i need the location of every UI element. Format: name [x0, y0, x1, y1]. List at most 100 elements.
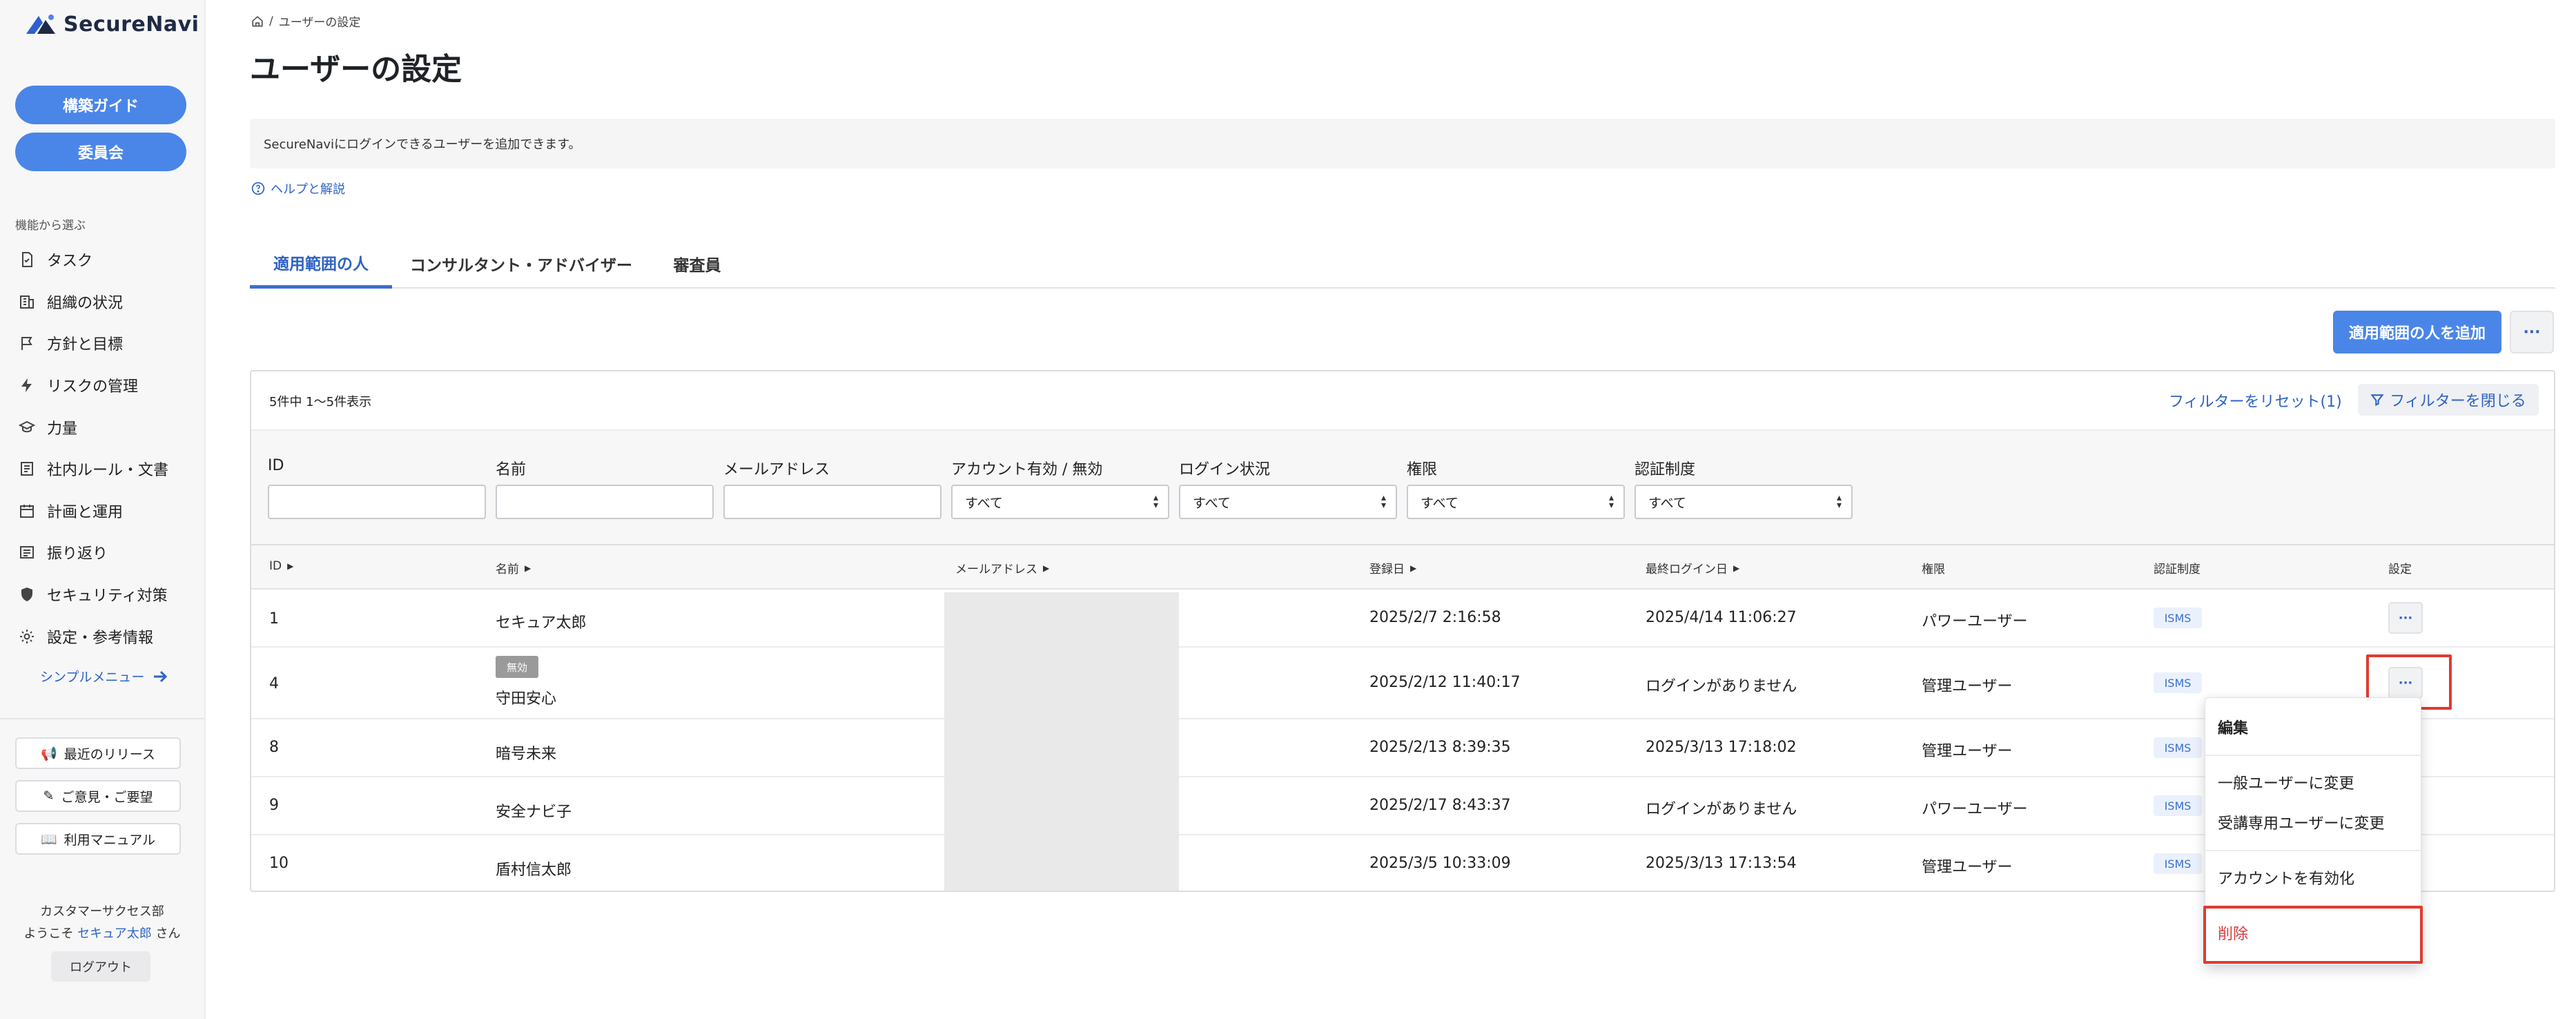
- sidebar-item-planning[interactable]: 計画と運用: [18, 490, 191, 532]
- filter-account-status: アカウント有効 / 無効 すべて ▴ ▾: [951, 457, 1169, 519]
- menu-item-edit[interactable]: 編集: [2218, 716, 2248, 738]
- add-scope-person-button[interactable]: 適用範囲の人を追加: [2333, 311, 2501, 353]
- sidebar-item-security[interactable]: セキュリティ対策: [18, 574, 191, 616]
- filter-certification-select[interactable]: すべて ▴ ▾: [1635, 485, 1853, 519]
- app-logo[interactable]: SecureNavi: [25, 12, 199, 37]
- logo-icon: [26, 14, 55, 34]
- column-header-name[interactable]: 名前 ▶: [496, 559, 531, 576]
- sidebar-item-risk[interactable]: リスクの管理: [18, 365, 191, 407]
- sidebar-item-competence[interactable]: 力量: [18, 406, 191, 448]
- table-row: 1 セキュア太郎 2025/2/7 2:16:58 2025/4/14 11:0…: [251, 590, 2554, 648]
- column-header-last-login[interactable]: 最終ログイン日 ▶: [1646, 559, 1739, 576]
- logout-button[interactable]: ログアウト: [51, 951, 150, 982]
- menu-item-to-trainee-user[interactable]: 受講専用ユーザーに変更: [2218, 811, 2385, 833]
- sidebar-item-label: タスク: [47, 253, 93, 271]
- current-user-link[interactable]: セキュア太郎: [77, 926, 152, 941]
- sort-caret-icon: ▶: [1043, 563, 1050, 573]
- cell-id: 4: [269, 675, 279, 692]
- sidebar-divider: [0, 718, 204, 719]
- book-icon: 📖: [40, 831, 57, 847]
- select-arrows-icon: ▴ ▾: [1153, 492, 1158, 511]
- building-icon: [18, 293, 36, 311]
- reset-filters-link[interactable]: フィルターをリセット(1): [2169, 389, 2342, 411]
- close-filters-label: フィルターを閉じる: [2390, 393, 2526, 410]
- filter-name: 名前: [496, 457, 714, 519]
- committee-button[interactable]: 委員会: [15, 133, 186, 171]
- cell-name[interactable]: セキュア太郎: [496, 610, 587, 632]
- sidebar-item-organization[interactable]: 組織の状況: [18, 281, 191, 323]
- sort-caret-icon: ▶: [525, 563, 531, 573]
- calendar-icon: [18, 502, 36, 520]
- sidebar-item-label: 振り返り: [47, 545, 108, 563]
- filter-id: ID: [268, 457, 486, 519]
- simple-menu-link[interactable]: シンプルメニュー: [40, 667, 168, 686]
- simple-menu-label: シンプルメニュー: [40, 670, 145, 685]
- feedback-label: ご意見・ご要望: [61, 789, 153, 805]
- breadcrumb-current: ユーザーの設定: [278, 16, 361, 30]
- more-options-button[interactable]: ···: [2510, 311, 2554, 353]
- sort-caret-icon: ▶: [1733, 563, 1740, 573]
- cell-id: 9: [269, 797, 279, 814]
- select-arrows-icon: ▴ ▾: [1380, 492, 1386, 511]
- shield-icon: [18, 585, 36, 603]
- sidebar-item-policy[interactable]: 方針と目標: [18, 322, 191, 365]
- sidebar: SecureNavi 構築ガイド 委員会 機能から選ぶ タスク 組織の状況 方針…: [0, 0, 206, 1019]
- cell-registered: 2025/3/5 10:33:09: [1369, 855, 1511, 872]
- cell-name[interactable]: 安全ナビ子: [496, 799, 572, 822]
- filter-certification: 認証制度 すべて ▴ ▾: [1635, 457, 1853, 519]
- filter-email-input[interactable]: [723, 485, 941, 519]
- filter-id-input[interactable]: [268, 485, 486, 519]
- filter-login-status-select[interactable]: すべて ▴ ▾: [1179, 485, 1397, 519]
- column-header-email[interactable]: メールアドレス ▶: [955, 559, 1049, 576]
- disabled-status-badge: 無効: [496, 656, 538, 678]
- close-filters-button[interactable]: フィルターを閉じる: [2358, 384, 2539, 416]
- filter-name-input[interactable]: [496, 485, 714, 519]
- filter-role: 権限 すべて ▴ ▾: [1407, 457, 1625, 519]
- column-header-registered[interactable]: 登録日 ▶: [1369, 559, 1416, 576]
- task-icon: [18, 251, 36, 269]
- manual-button[interactable]: 📖 利用マニュアル: [15, 823, 181, 855]
- feedback-button[interactable]: ✎ ご意見・ご要望: [15, 780, 181, 812]
- column-header-id[interactable]: ID ▶: [269, 559, 293, 573]
- cell-last-login: ログインがありません: [1646, 678, 1797, 695]
- filter-account-status-select[interactable]: すべて ▴ ▾: [951, 485, 1169, 519]
- cell-name[interactable]: 盾村信太郎: [496, 857, 572, 880]
- filter-role-select[interactable]: すべて ▴ ▾: [1407, 485, 1625, 519]
- tab-consultants[interactable]: コンサルタント・アドバイザー: [392, 239, 650, 289]
- arrow-right-icon: [154, 670, 168, 682]
- page-notice: SecureNaviにログインできるユーザーを追加できます。: [250, 119, 2555, 168]
- manual-label: 利用マニュアル: [64, 832, 156, 848]
- sidebar-item-task[interactable]: タスク: [18, 239, 191, 281]
- sidebar-section-caption: 機能から選ぶ: [15, 219, 86, 233]
- sidebar-item-settings[interactable]: 設定・参考情報: [18, 615, 191, 657]
- app-name: SecureNavi: [64, 12, 199, 37]
- cell-name[interactable]: 守田安心: [496, 686, 556, 708]
- home-icon[interactable]: [251, 15, 264, 28]
- column-header-certification: 認証制度: [2154, 559, 2201, 576]
- tab-auditors[interactable]: 審査員: [650, 239, 744, 289]
- recent-releases-button[interactable]: 📢 最近のリリース: [15, 737, 181, 769]
- tab-scope-people[interactable]: 適用範囲の人: [250, 239, 392, 289]
- menu-item-enable-account[interactable]: アカウントを有効化: [2218, 866, 2354, 889]
- document-icon: [18, 460, 36, 478]
- row-menu-button[interactable]: ···: [2388, 602, 2423, 634]
- guide-button[interactable]: 構築ガイド: [15, 86, 186, 124]
- department-name: カスタマーサクセス部: [40, 904, 164, 919]
- certification-badge: ISMS: [2154, 853, 2202, 874]
- sidebar-item-label: リスクの管理: [47, 378, 139, 396]
- breadcrumb: / ユーザーの設定: [251, 12, 360, 30]
- filter-label: アカウント有効 / 無効: [951, 461, 1103, 478]
- sidebar-item-label: 組織の状況: [47, 294, 124, 312]
- result-count: 5件中 1〜5件表示: [269, 395, 372, 409]
- flag-icon: [18, 334, 36, 352]
- sidebar-item-documents[interactable]: 社内ルール・文書: [18, 448, 191, 490]
- sidebar-item-review[interactable]: 振り返り: [18, 532, 191, 574]
- cell-registered: 2025/2/12 11:40:17: [1369, 674, 1521, 691]
- select-value: すべて: [965, 495, 1003, 511]
- filter-label: 権限: [1407, 461, 1438, 478]
- help-link[interactable]: ヘルプと解説: [251, 179, 345, 197]
- page-title: ユーザーの設定: [250, 52, 462, 87]
- menu-item-to-general-user[interactable]: 一般ユーザーに変更: [2218, 771, 2354, 793]
- certification-badge: ISMS: [2154, 608, 2202, 628]
- cell-name[interactable]: 暗号未来: [496, 741, 556, 764]
